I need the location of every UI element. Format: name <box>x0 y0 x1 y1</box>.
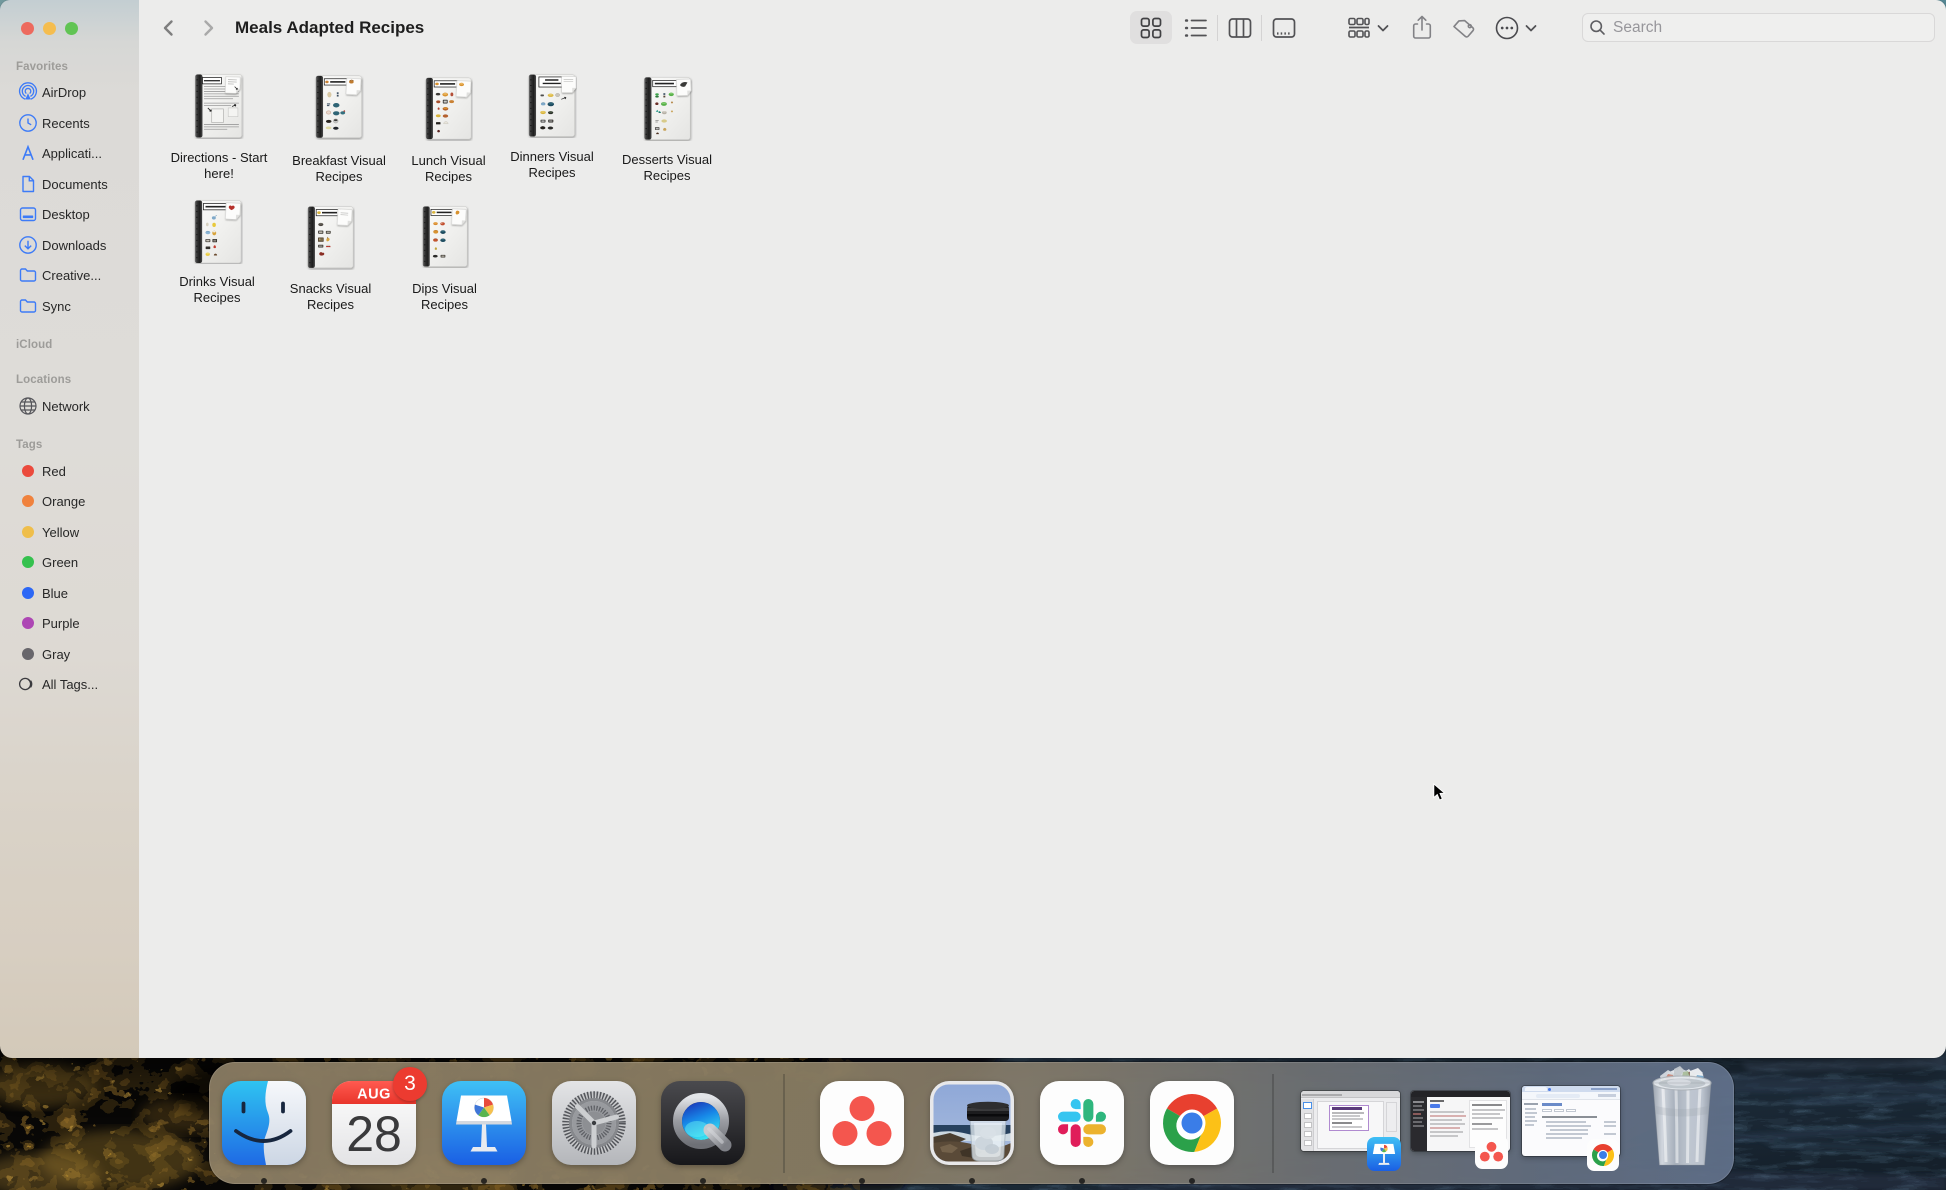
svg-text:AUG: AUG <box>357 1087 391 1103</box>
svg-text:28: 28 <box>346 1106 402 1162</box>
